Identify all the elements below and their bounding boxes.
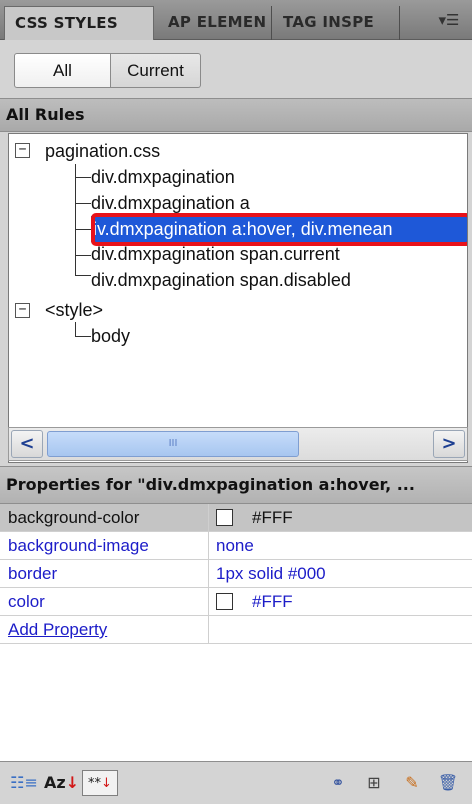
- column-divider: [208, 616, 209, 644]
- tree-item-rule[interactable]: div.dmxpagination: [91, 165, 235, 189]
- mode-toggle-bar: All Current: [0, 40, 472, 98]
- column-divider: [208, 504, 209, 532]
- sort-arrow-icon: ↓: [65, 773, 80, 792]
- tree-item-style-block[interactable]: <style>: [45, 298, 103, 322]
- property-name[interactable]: background-image: [8, 532, 149, 559]
- property-name[interactable]: border: [8, 560, 57, 587]
- color-swatch[interactable]: [216, 509, 233, 526]
- rules-tree[interactable]: − pagination.css div.dmxpagination div.d…: [8, 133, 468, 463]
- property-name[interactable]: background-color: [8, 504, 139, 531]
- collapse-icon[interactable]: −: [15, 143, 30, 158]
- tree-connector: [75, 322, 76, 336]
- panel-options-icon[interactable]: ▾☰: [436, 10, 462, 30]
- tree-item-stylesheet[interactable]: pagination.css: [45, 139, 160, 163]
- property-value[interactable]: #FFF: [252, 588, 293, 615]
- add-property-link[interactable]: Add Property: [8, 616, 107, 643]
- property-value[interactable]: 1px solid #000: [216, 560, 326, 587]
- property-row[interactable]: color #FFF: [0, 588, 472, 616]
- all-rules-header: All Rules: [0, 98, 472, 132]
- property-name[interactable]: color: [8, 588, 45, 615]
- tree-connector: [75, 177, 91, 178]
- set-text: **: [88, 776, 102, 791]
- tree-connector: [75, 229, 91, 230]
- alpha-text: Az: [44, 773, 66, 792]
- alpha-view-icon[interactable]: Az↓: [44, 770, 79, 796]
- property-row[interactable]: border 1px solid #000: [0, 560, 472, 588]
- tree-connector: [75, 336, 91, 337]
- property-value[interactable]: none: [216, 532, 254, 559]
- properties-header: Properties for "div.dmxpagination a:hove…: [0, 466, 472, 504]
- tree-item-rule[interactable]: div.dmxpagination span.current: [91, 242, 340, 266]
- scroll-left-icon[interactable]: <: [11, 430, 43, 458]
- tree-item-rule[interactable]: div.dmxpagination a: [91, 191, 250, 215]
- category-view-icon[interactable]: ☷≡: [10, 770, 38, 796]
- horizontal-scrollbar[interactable]: < III >: [8, 427, 468, 461]
- set-properties-icon[interactable]: **↓: [82, 770, 118, 796]
- tree-connector: [75, 203, 91, 204]
- add-property-row: Add Property: [0, 616, 472, 644]
- properties-table: background-color #FFF background-image n…: [0, 504, 472, 762]
- scroll-right-icon[interactable]: >: [433, 430, 465, 458]
- sort-arrow-icon: ↓: [101, 776, 112, 791]
- tree-connector: [75, 164, 76, 276]
- tab-css-styles[interactable]: CSS STYLES: [4, 6, 154, 40]
- new-rule-icon[interactable]: ⊞: [360, 770, 388, 796]
- column-divider: [208, 588, 209, 616]
- current-mode-button[interactable]: Current: [111, 53, 201, 88]
- all-mode-button[interactable]: All: [14, 53, 111, 88]
- scrollbar-thumb[interactable]: III: [47, 431, 299, 457]
- grip-icon: III: [168, 438, 178, 449]
- collapse-icon[interactable]: −: [15, 303, 30, 318]
- tree-connector: [75, 255, 91, 256]
- tree-connector: [75, 275, 91, 276]
- tree-item-rule[interactable]: div.dmxpagination span.disabled: [91, 268, 351, 292]
- property-value[interactable]: #FFF: [252, 504, 293, 531]
- edit-rule-icon[interactable]: ✎: [398, 770, 426, 796]
- tab-ap-elements[interactable]: AP ELEMEN: [158, 6, 272, 40]
- delete-rule-icon[interactable]: 🗑: [434, 770, 462, 796]
- color-swatch[interactable]: [216, 593, 233, 610]
- property-row[interactable]: background-color #FFF: [0, 504, 472, 532]
- tree-item-rule[interactable]: body: [91, 324, 130, 348]
- column-divider: [208, 532, 209, 560]
- column-divider: [208, 560, 209, 588]
- property-row[interactable]: background-image none: [0, 532, 472, 560]
- bottom-toolbar: ☷≡ Az↓ **↓ ⚭ ⊞ ✎ 🗑: [0, 762, 472, 804]
- attach-stylesheet-icon[interactable]: ⚭: [324, 770, 352, 796]
- panel-tab-bar: CSS STYLES AP ELEMEN TAG INSPE ▾☰: [0, 0, 472, 40]
- tab-tag-inspector[interactable]: TAG INSPE: [273, 6, 400, 40]
